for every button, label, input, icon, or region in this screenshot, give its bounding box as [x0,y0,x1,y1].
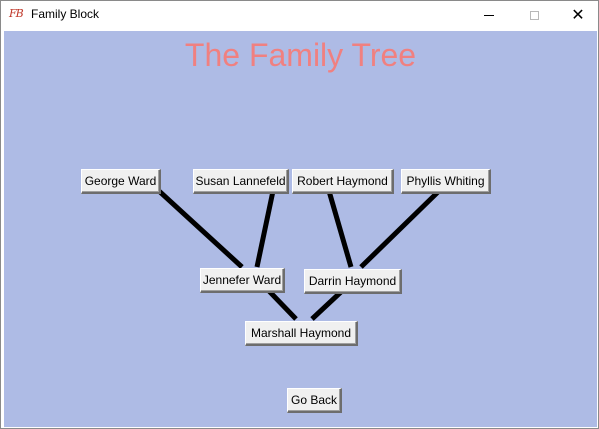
person-button-jennefer-ward[interactable]: Jennefer Ward [200,268,285,293]
minimize-button[interactable] [466,1,512,29]
close-button[interactable]: ✕ [555,1,599,29]
line-susan-to-jennefer [254,190,276,268]
app-window: FB Family Block ✕ The Family Tree George… [0,0,599,429]
window-title: Family Block [31,7,100,21]
person-button-robert-haymond[interactable]: Robert Haymond [292,169,394,194]
person-button-susan-lannefeld[interactable]: Susan Lannefeld [193,169,289,194]
line-phyllis-to-darrin [359,189,441,269]
person-button-phyllis-whiting[interactable]: Phyllis Whiting [401,169,491,194]
person-button-marshall-haymond[interactable]: Marshall Haymond [245,321,358,346]
title-bar[interactable]: FB Family Block ✕ [1,1,598,29]
maximize-icon [529,10,539,20]
person-button-darrin-haymond[interactable]: Darrin Haymond [304,269,402,294]
close-icon: ✕ [571,5,585,24]
line-darrin-to-marshall [310,289,344,321]
app-logo-icon: FB [9,7,24,20]
line-george-to-jennefer [157,189,244,269]
minimize-icon [484,14,494,16]
family-tree-canvas: The Family Tree George Ward Susan Lannef… [4,31,597,427]
maximize-button[interactable] [511,1,557,29]
line-robert-to-darrin [326,190,354,268]
person-button-george-ward[interactable]: George Ward [81,169,161,194]
line-jennefer-to-marshall [267,289,298,321]
go-back-button[interactable]: Go Back [287,388,342,413]
tree-connector-lines [157,189,441,321]
